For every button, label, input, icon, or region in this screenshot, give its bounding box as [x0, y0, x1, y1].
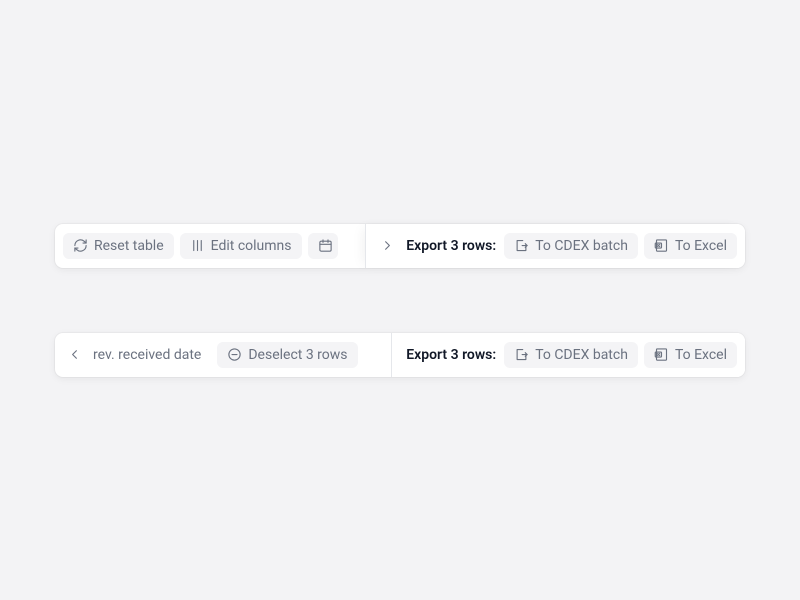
truncated-button[interactable]: S: [308, 233, 338, 259]
to-cdex-button-2[interactable]: To CDEX batch: [504, 342, 638, 368]
to-cdex-label-2: To CDEX batch: [535, 347, 628, 363]
toolbar-1-left: Reset table Edit columns S: [63, 233, 338, 259]
excel-icon: [654, 347, 669, 362]
deselect-label: Deselect 3 rows: [248, 347, 347, 363]
export-label: Export 3 rows:: [406, 238, 496, 254]
export-icon: [514, 347, 529, 362]
to-cdex-label: To CDEX batch: [535, 238, 628, 254]
chevron-right-icon: [380, 238, 395, 253]
edit-columns-label: Edit columns: [211, 238, 292, 254]
refresh-icon: [73, 238, 88, 253]
chevron-left-icon: [67, 347, 82, 362]
scroll-left-button[interactable]: [63, 333, 85, 377]
columns-icon: [190, 238, 205, 253]
to-excel-button[interactable]: To Excel: [644, 233, 737, 259]
to-excel-label: To Excel: [675, 238, 727, 254]
deselect-icon: [227, 347, 242, 362]
calendar-icon: [318, 238, 333, 253]
toolbar-1: Reset table Edit columns S Export 3 rows…: [55, 224, 745, 268]
excel-icon: [654, 238, 669, 253]
rev-received-date-button[interactable]: rev. received date: [89, 342, 211, 368]
toolbar-2-left: rev. received date Deselect 3 rows: [89, 342, 358, 368]
rev-received-date-label: rev. received date: [93, 347, 201, 363]
toolbar-2-right-panel: Export 3 rows: To CDEX batch To Excel: [391, 333, 745, 377]
reset-table-label: Reset table: [94, 238, 164, 254]
reset-table-button[interactable]: Reset table: [63, 233, 174, 259]
deselect-button[interactable]: Deselect 3 rows: [217, 342, 357, 368]
scroll-right-button[interactable]: [374, 224, 400, 268]
export-icon: [514, 238, 529, 253]
to-cdex-button[interactable]: To CDEX batch: [504, 233, 638, 259]
edit-columns-button[interactable]: Edit columns: [180, 233, 302, 259]
toolbar-2: rev. received date Deselect 3 rows Expor…: [55, 333, 745, 377]
to-excel-button-2[interactable]: To Excel: [644, 342, 737, 368]
export-label-2: Export 3 rows:: [406, 347, 496, 363]
to-excel-label-2: To Excel: [675, 347, 727, 363]
toolbar-1-right-panel: Export 3 rows: To CDEX batch To Excel: [365, 224, 745, 268]
